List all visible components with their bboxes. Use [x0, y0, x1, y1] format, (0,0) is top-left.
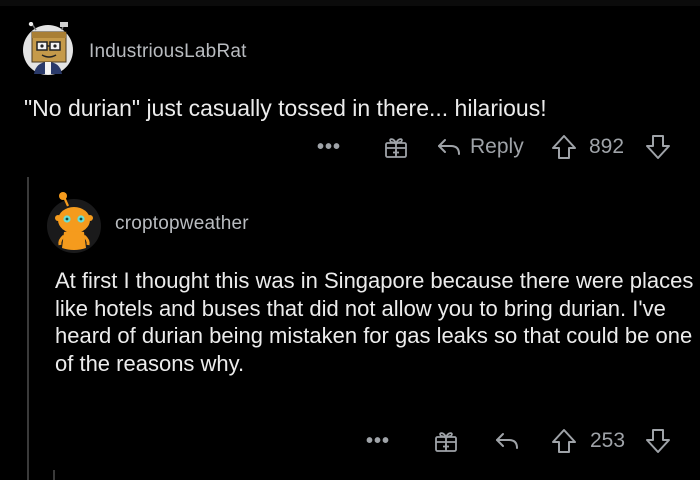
vote-score: 253 [590, 426, 625, 456]
more-options-button[interactable]: ••• [366, 426, 390, 456]
downvote-arrow-icon [644, 133, 672, 161]
comment-username[interactable]: croptopweather [115, 213, 249, 235]
award-gift-icon [432, 427, 460, 455]
vote-count: 892 [589, 135, 625, 158]
vote-count: 253 [590, 429, 626, 452]
upvote-arrow-icon [550, 427, 578, 455]
comment-body: "No durian" just casually tossed in ther… [24, 95, 547, 121]
more-options-icon: ••• [366, 430, 391, 452]
reply-arrow-icon [436, 135, 462, 159]
nested-thread-line[interactable] [53, 470, 55, 480]
downvote-button[interactable] [644, 132, 672, 162]
reply-label: Reply [470, 135, 524, 158]
upvote-button[interactable] [550, 426, 578, 456]
reply-arrow-icon [494, 429, 520, 453]
user-avatar-croptopweather[interactable] [46, 190, 102, 254]
upvote-button[interactable] [550, 132, 578, 162]
comment-action-bar: ••• 253 [0, 426, 700, 456]
more-options-icon: ••• [317, 136, 342, 158]
downvote-arrow-icon [644, 427, 672, 455]
reply-button[interactable] [494, 426, 520, 456]
reply-button[interactable]: Reply [436, 132, 524, 162]
comment-action-bar: ••• Reply 892 [0, 132, 700, 162]
give-award-button[interactable] [382, 132, 410, 162]
user-avatar-industriouslabrat[interactable] [22, 21, 74, 76]
downvote-button[interactable] [644, 426, 672, 456]
award-gift-icon [382, 133, 410, 161]
vote-score: 892 [589, 132, 624, 162]
upvote-arrow-icon [550, 133, 578, 161]
comment-body: At first I thought this was in Singapore… [55, 268, 694, 376]
more-options-button[interactable]: ••• [317, 132, 341, 162]
comment-username[interactable]: IndustriousLabRat [89, 41, 247, 63]
give-award-button[interactable] [432, 426, 460, 456]
top-bar-strip [0, 0, 700, 6]
